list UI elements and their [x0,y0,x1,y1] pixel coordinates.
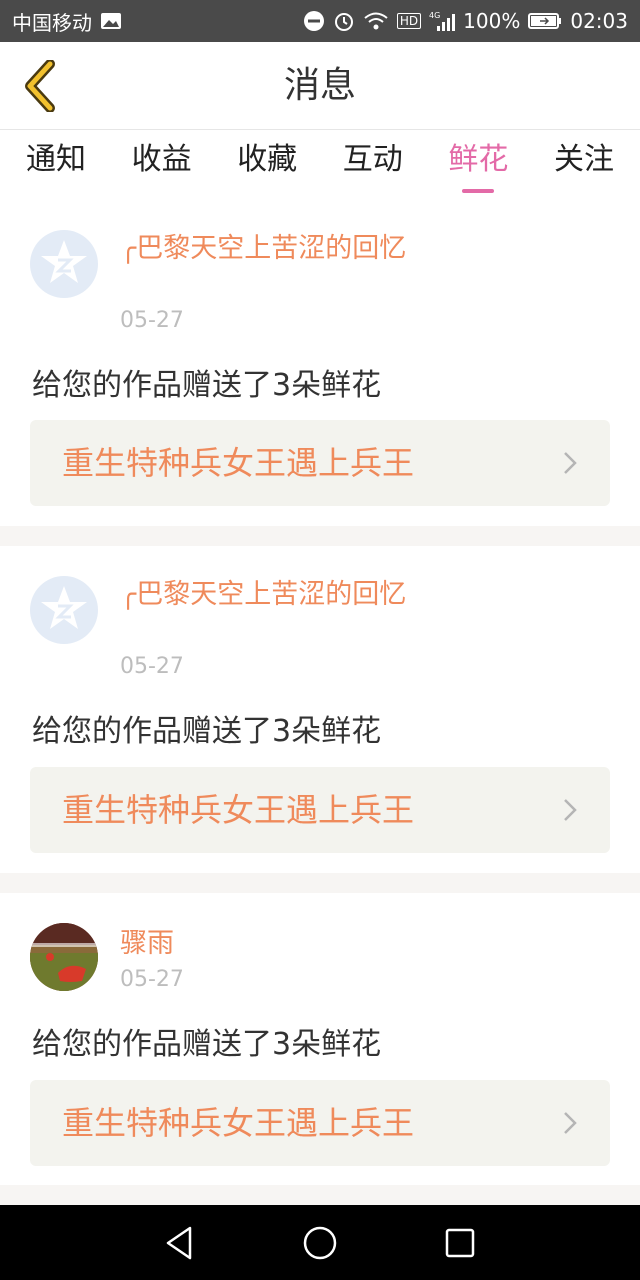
tab-follow[interactable]: 关注 [554,131,614,195]
book-title: 重生特种兵女王遇上兵王 [62,444,415,482]
battery-icon [528,12,562,30]
tab-income[interactable]: 收益 [132,131,192,195]
chevron-right-icon [564,452,577,474]
tab-label: 鲜花 [448,142,509,177]
wifi-icon [363,11,389,31]
header: 消息 [0,42,640,130]
chevron-right-icon [564,799,577,821]
avatar[interactable] [30,576,98,644]
chevron-left-icon [25,60,55,112]
circle-home-icon [303,1226,337,1259]
list-item: ╭巴黎天空上苦涩的回忆 05-27 给您的作品赠送了3朵鲜花 重生特种兵女王遇上… [0,200,640,526]
message-text: 给您的作品赠送了3朵鲜花 [32,714,382,749]
tab-favorites[interactable]: 收藏 [237,131,297,195]
tab-interaction[interactable]: 互动 [343,131,403,195]
tab-flowers[interactable]: 鲜花 [448,131,508,195]
user-name[interactable]: 骤雨 [120,927,420,961]
tab-label: 互动 [342,142,403,177]
recents-nav-button[interactable] [440,1223,480,1263]
book-title: 重生特种兵女王遇上兵王 [62,1104,415,1142]
page-title: 消息 [283,65,356,106]
tab-label: 关注 [553,142,614,177]
qq-default-avatar-icon [41,240,87,283]
signal-icon: 4G [429,10,456,32]
hd-icon: HD [396,13,422,29]
tab-label: 通知 [26,142,86,177]
status-bar: 中国移动 HD 4G 100% 02:03 [0,0,640,42]
divider [0,873,640,893]
tab-notice[interactable]: 通知 [26,131,86,195]
image-icon [100,12,122,30]
tab-bar: 通知 收益 收藏 互动 鲜花 关注 [0,131,640,195]
list-item: ╭巴黎天空上苦涩的回忆 05-27 给您的作品赠送了3朵鲜花 重生特种兵女王遇上… [0,546,640,873]
tab-label: 收益 [131,142,192,177]
svg-text:4G: 4G [429,11,440,20]
tab-label: 收藏 [237,142,298,177]
divider [0,526,640,546]
triangle-back-icon [166,1226,192,1259]
date-label: 05-27 [120,654,184,679]
alarm-icon [333,10,355,32]
active-tab-indicator [462,189,495,193]
qq-default-avatar-icon [41,586,87,629]
list-item: 骤雨 05-27 给您的作品赠送了3朵鲜花 重生特种兵女王遇上兵王 [0,893,640,1185]
message-text: 给您的作品赠送了3朵鲜花 [32,368,382,403]
dnd-icon [303,10,325,32]
book-link[interactable]: 重生特种兵女王遇上兵王 [30,767,610,853]
avatar[interactable] [30,923,98,991]
square-recents-icon [445,1228,475,1257]
clock: 02:03 [570,9,628,33]
system-nav-bar [0,1205,640,1280]
back-nav-button[interactable] [160,1223,200,1263]
avatar[interactable] [30,230,98,298]
message-text: 给您的作品赠送了3朵鲜花 [32,1027,382,1062]
date-label: 05-27 [120,308,184,333]
chevron-right-icon [564,1112,577,1134]
home-nav-button[interactable] [300,1223,340,1263]
book-title: 重生特种兵女王遇上兵王 [62,791,415,829]
date-label: 05-27 [120,967,184,992]
photo-avatar-icon [30,923,98,991]
carrier-label: 中国移动 [12,10,92,35]
book-link[interactable]: 重生特种兵女王遇上兵王 [30,420,610,506]
battery-percent: 100% [463,9,521,33]
back-button[interactable] [16,56,64,116]
divider [0,1185,640,1205]
book-link[interactable]: 重生特种兵女王遇上兵王 [30,1080,610,1166]
user-name[interactable]: ╭巴黎天空上苦涩的回忆 [120,232,420,266]
user-name[interactable]: ╭巴黎天空上苦涩的回忆 [120,578,420,612]
